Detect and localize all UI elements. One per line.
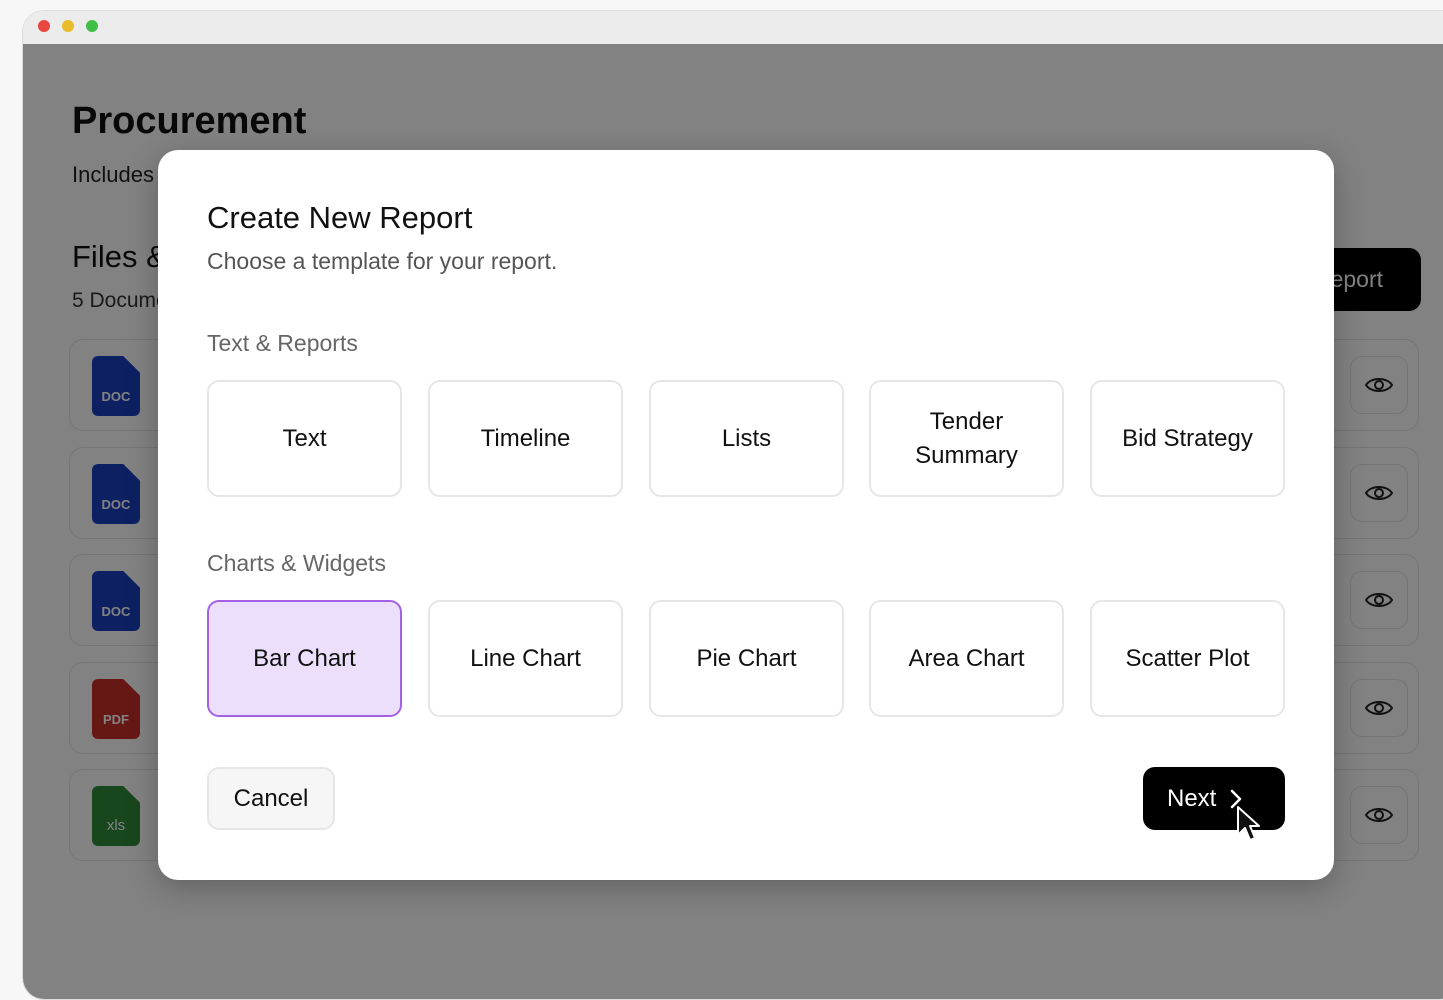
modal-title: Create New Report (207, 200, 473, 235)
cancel-button[interactable]: Cancel (207, 767, 335, 830)
section-label-charts-widgets: Charts & Widgets (207, 550, 386, 576)
template-lists[interactable]: Lists (649, 380, 844, 497)
next-button[interactable]: Next (1143, 767, 1285, 830)
section-label-text-reports: Text & Reports (207, 330, 358, 356)
template-tender-summary-label: Tender Summary (915, 407, 1018, 469)
zoom-window-button[interactable] (86, 20, 98, 32)
template-pie-chart[interactable]: Pie Chart (649, 600, 844, 717)
template-tender-summary[interactable]: Tender Summary (869, 380, 1064, 497)
template-bid-strategy[interactable]: Bid Strategy (1090, 380, 1285, 497)
next-button-label: Next (1167, 784, 1217, 812)
minimize-window-button[interactable] (62, 20, 74, 32)
template-area-chart[interactable]: Area Chart (869, 600, 1064, 717)
template-text[interactable]: Text (207, 380, 402, 497)
modal-subtitle: Choose a template for your report. (207, 248, 558, 274)
title-bar (23, 11, 1443, 44)
close-window-button[interactable] (38, 20, 50, 32)
template-timeline[interactable]: Timeline (428, 380, 623, 497)
template-bar-chart[interactable]: Bar Chart (207, 600, 402, 717)
template-scatter-plot[interactable]: Scatter Plot (1090, 600, 1285, 717)
chevron-right-icon (1231, 789, 1242, 808)
create-report-modal: Create New Report Choose a template for … (158, 150, 1334, 880)
template-line-chart[interactable]: Line Chart (428, 600, 623, 717)
